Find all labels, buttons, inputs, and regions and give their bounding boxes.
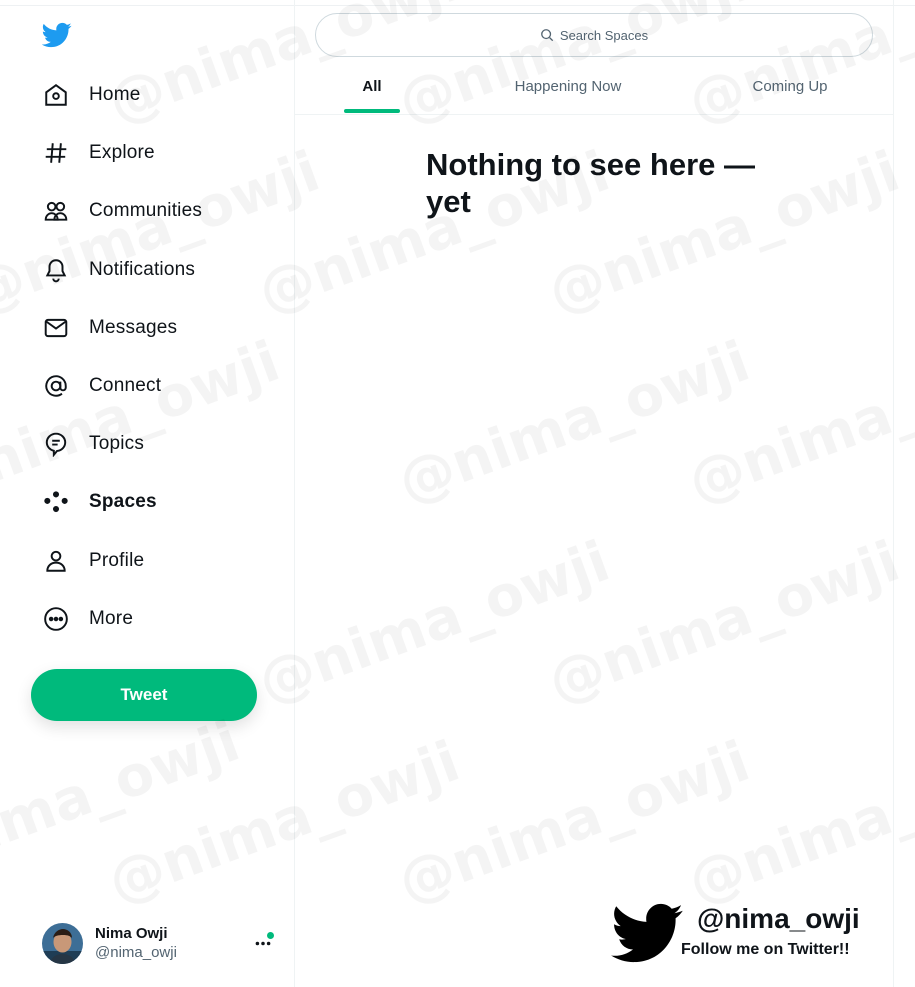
tab-coming-up[interactable]: Coming Up: [735, 58, 845, 115]
nav-label-notifications: Notifications: [89, 258, 196, 280]
search-placeholder: Search Spaces: [559, 27, 649, 43]
nav-item-communities[interactable]: Communities: [40, 182, 202, 240]
search-icon: [540, 28, 554, 42]
nav-label-more: More: [89, 607, 134, 629]
avatar: [42, 922, 83, 964]
tweet-button[interactable]: Tweet: [31, 669, 257, 721]
tab-label-all: All: [362, 78, 382, 95]
nav-label-messages: Messages: [89, 316, 178, 338]
nav-item-topics[interactable]: Topics: [40, 415, 202, 473]
nav-item-more[interactable]: More: [40, 590, 202, 648]
nav-item-notifications[interactable]: Notifications: [40, 241, 202, 299]
tab-all[interactable]: All: [344, 58, 400, 115]
promo-subtitle: Follow me on Twitter!!: [681, 941, 850, 958]
promo-badge: @nima_owji Follow me on Twitter!!: [607, 897, 877, 969]
bell-icon: [40, 254, 72, 286]
more-circle-icon: [40, 603, 72, 635]
search-input[interactable]: Search Spaces: [315, 13, 873, 57]
communities-icon: [40, 195, 72, 227]
tab-label-coming-up: Coming Up: [752, 78, 828, 95]
promo-bird-icon: [611, 903, 683, 963]
nav-item-connect[interactable]: Connect: [40, 357, 202, 415]
nav-label-connect: Connect: [89, 375, 162, 397]
spaces-tabs: All Happening Now Coming Up: [295, 58, 894, 115]
nav-item-profile[interactable]: Profile: [40, 532, 202, 590]
nav-label-profile: Profile: [89, 549, 145, 571]
spaces-icon: [40, 486, 72, 518]
person-icon: [40, 545, 72, 577]
active-tab-indicator: [344, 109, 400, 113]
tab-label-happening-now: Happening Now: [514, 78, 622, 95]
topics-icon: [40, 428, 72, 460]
sidebar: Home Explore Communities Notifications M…: [0, 0, 295, 987]
nav-label-explore: Explore: [89, 142, 155, 164]
promo-handle: @nima_owji: [697, 903, 860, 934]
primary-nav: Home Explore Communities Notifications M…: [40, 66, 202, 648]
account-text: Nima Owji @nima_owji: [95, 925, 177, 961]
account-switcher[interactable]: Nima Owji @nima_owji: [42, 920, 277, 966]
nav-item-explore[interactable]: Explore: [40, 124, 202, 182]
nav-label-spaces: Spaces: [89, 491, 157, 513]
account-handle: @nima_owji: [95, 944, 177, 961]
nav-label-communities: Communities: [89, 200, 203, 222]
hashtag-icon: [40, 137, 72, 169]
twitter-bird-icon[interactable]: [41, 20, 72, 50]
empty-state-title: Nothing to see here — yet: [426, 147, 755, 219]
nav-item-home[interactable]: Home: [40, 66, 202, 124]
unread-indicator-dot: [267, 932, 274, 939]
at-icon: [40, 370, 72, 402]
nav-item-spaces[interactable]: Spaces: [40, 473, 202, 531]
nav-label-topics: Topics: [89, 433, 145, 455]
nav-label-home: Home: [89, 84, 141, 106]
home-icon: [40, 79, 72, 111]
account-name: Nima Owji: [95, 925, 168, 942]
nav-item-messages[interactable]: Messages: [40, 299, 202, 357]
envelope-icon: [40, 312, 72, 344]
main-column: Search Spaces All Happening Now Coming U…: [295, 0, 894, 987]
tab-happening-now[interactable]: Happening Now: [498, 58, 638, 115]
